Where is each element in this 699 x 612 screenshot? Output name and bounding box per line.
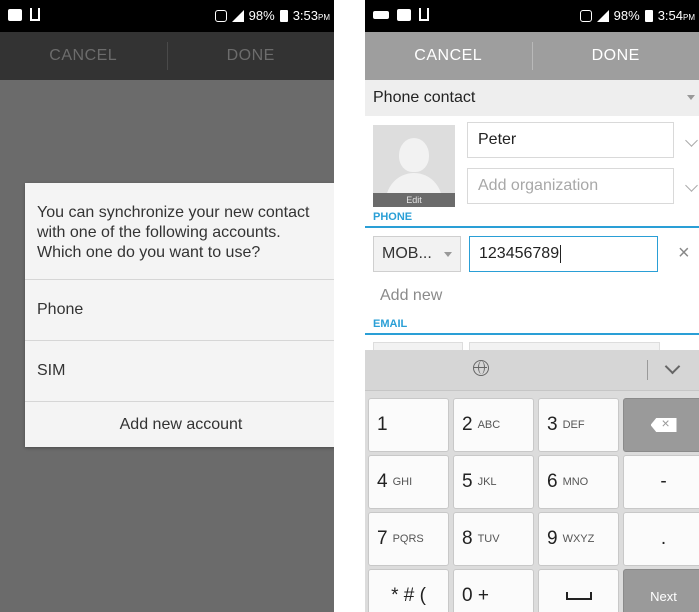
action-bar: CANCEL DONE — [0, 32, 334, 80]
phone-section-header: PHONE — [373, 211, 413, 223]
done-button[interactable]: DONE — [533, 47, 699, 65]
option-sim[interactable]: SIM — [25, 340, 334, 401]
key-dash[interactable]: - — [623, 455, 699, 509]
organization-placeholder: Add organization — [478, 177, 599, 194]
key-space[interactable] — [538, 569, 619, 612]
globe-icon[interactable] — [473, 360, 489, 376]
photo-edit-label: Edit — [373, 193, 455, 207]
account-label: Phone contact — [373, 89, 476, 106]
battery-percent: 98% — [248, 8, 275, 23]
dialog-message: You can synchronize your new contact wit… — [37, 204, 310, 261]
key-backspace[interactable] — [623, 398, 699, 452]
toolbar-divider — [647, 360, 648, 380]
vibrate-icon — [579, 9, 592, 22]
avatar-head — [399, 138, 429, 172]
name-field[interactable]: Peter — [467, 122, 674, 158]
key-8[interactable]: 8 TUV — [453, 512, 534, 566]
numeric-keyboard: 1 2ABC 3DEF 4GHI 5JKL 6MNO - 7PQRS 8TUV … — [365, 350, 699, 612]
expand-organization-icon[interactable] — [685, 179, 698, 192]
key-next[interactable]: Next — [623, 569, 699, 612]
expand-name-icon[interactable] — [685, 134, 698, 147]
add-new-account-button[interactable]: Add new account — [25, 401, 334, 447]
right-screen: 98% 3:54PM CANCEL DONE Phone contact Edi… — [365, 0, 699, 612]
usb-icon — [419, 8, 429, 21]
key-5[interactable]: 5 JKL — [453, 455, 534, 509]
key-6[interactable]: 6 MNO — [538, 455, 619, 509]
clock: 3:53PM — [292, 8, 330, 23]
battery-icon — [279, 9, 288, 22]
space-icon — [565, 592, 592, 600]
key-period[interactable]: . — [623, 512, 699, 566]
status-bar: 98% 3:54PM — [365, 0, 699, 32]
text-cursor — [560, 245, 562, 263]
done-button[interactable]: DONE — [168, 47, 335, 65]
dropdown-icon — [687, 95, 695, 100]
hide-keyboard-icon[interactable] — [664, 358, 681, 375]
status-bar: 98% 3:53PM — [0, 0, 334, 32]
phone-number-input[interactable]: 123456789 — [469, 236, 658, 272]
dropdown-icon — [444, 252, 452, 257]
keyboard-status-icon — [373, 10, 389, 19]
cancel-button[interactable]: CANCEL — [0, 47, 167, 65]
battery-icon — [644, 9, 653, 22]
key-1[interactable]: 1 — [368, 398, 449, 452]
clear-icon[interactable]: × — [678, 242, 690, 265]
action-bar: CANCEL DONE — [365, 32, 699, 80]
key-2[interactable]: 2 ABC — [453, 398, 534, 452]
account-selector[interactable]: Phone contact — [365, 80, 699, 116]
organization-field[interactable]: Add organization — [467, 168, 674, 204]
left-screen: 98% 3:53PM CANCEL DONE You can synchroni… — [0, 0, 334, 612]
key-3[interactable]: 3 DEF — [538, 398, 619, 452]
battery-percent: 98% — [613, 8, 640, 23]
account-dialog: You can synchronize your new contact wit… — [25, 183, 334, 447]
signal-icon — [231, 9, 244, 22]
key-9[interactable]: 9 WXYZ — [538, 512, 619, 566]
name-value: Peter — [478, 131, 517, 148]
contact-photo[interactable]: Edit — [373, 125, 455, 207]
email-section-header: EMAIL — [373, 318, 408, 330]
keyboard-toolbar — [365, 350, 699, 391]
phone-type-select[interactable]: MOB... — [373, 236, 461, 272]
signal-icon — [596, 9, 609, 22]
phone-section-divider — [365, 226, 699, 228]
cancel-button[interactable]: CANCEL — [365, 47, 532, 65]
key-symbols[interactable]: * # ( — [368, 569, 449, 612]
backspace-icon — [650, 418, 677, 432]
android-icon — [8, 8, 22, 21]
android-icon — [397, 8, 411, 21]
key-0[interactable]: 0 + — [453, 569, 534, 612]
usb-icon — [30, 8, 40, 21]
vibrate-icon — [214, 9, 227, 22]
phone-number-value: 123456789 — [479, 245, 560, 262]
phone-type-value: MOB... — [382, 245, 432, 262]
key-7[interactable]: 7 PQRS — [368, 512, 449, 566]
email-section-divider — [365, 333, 699, 335]
clock: 3:54PM — [657, 8, 695, 23]
add-new-phone-button[interactable]: Add new — [380, 287, 442, 305]
option-phone[interactable]: Phone — [25, 279, 334, 340]
key-4[interactable]: 4 GHI — [368, 455, 449, 509]
